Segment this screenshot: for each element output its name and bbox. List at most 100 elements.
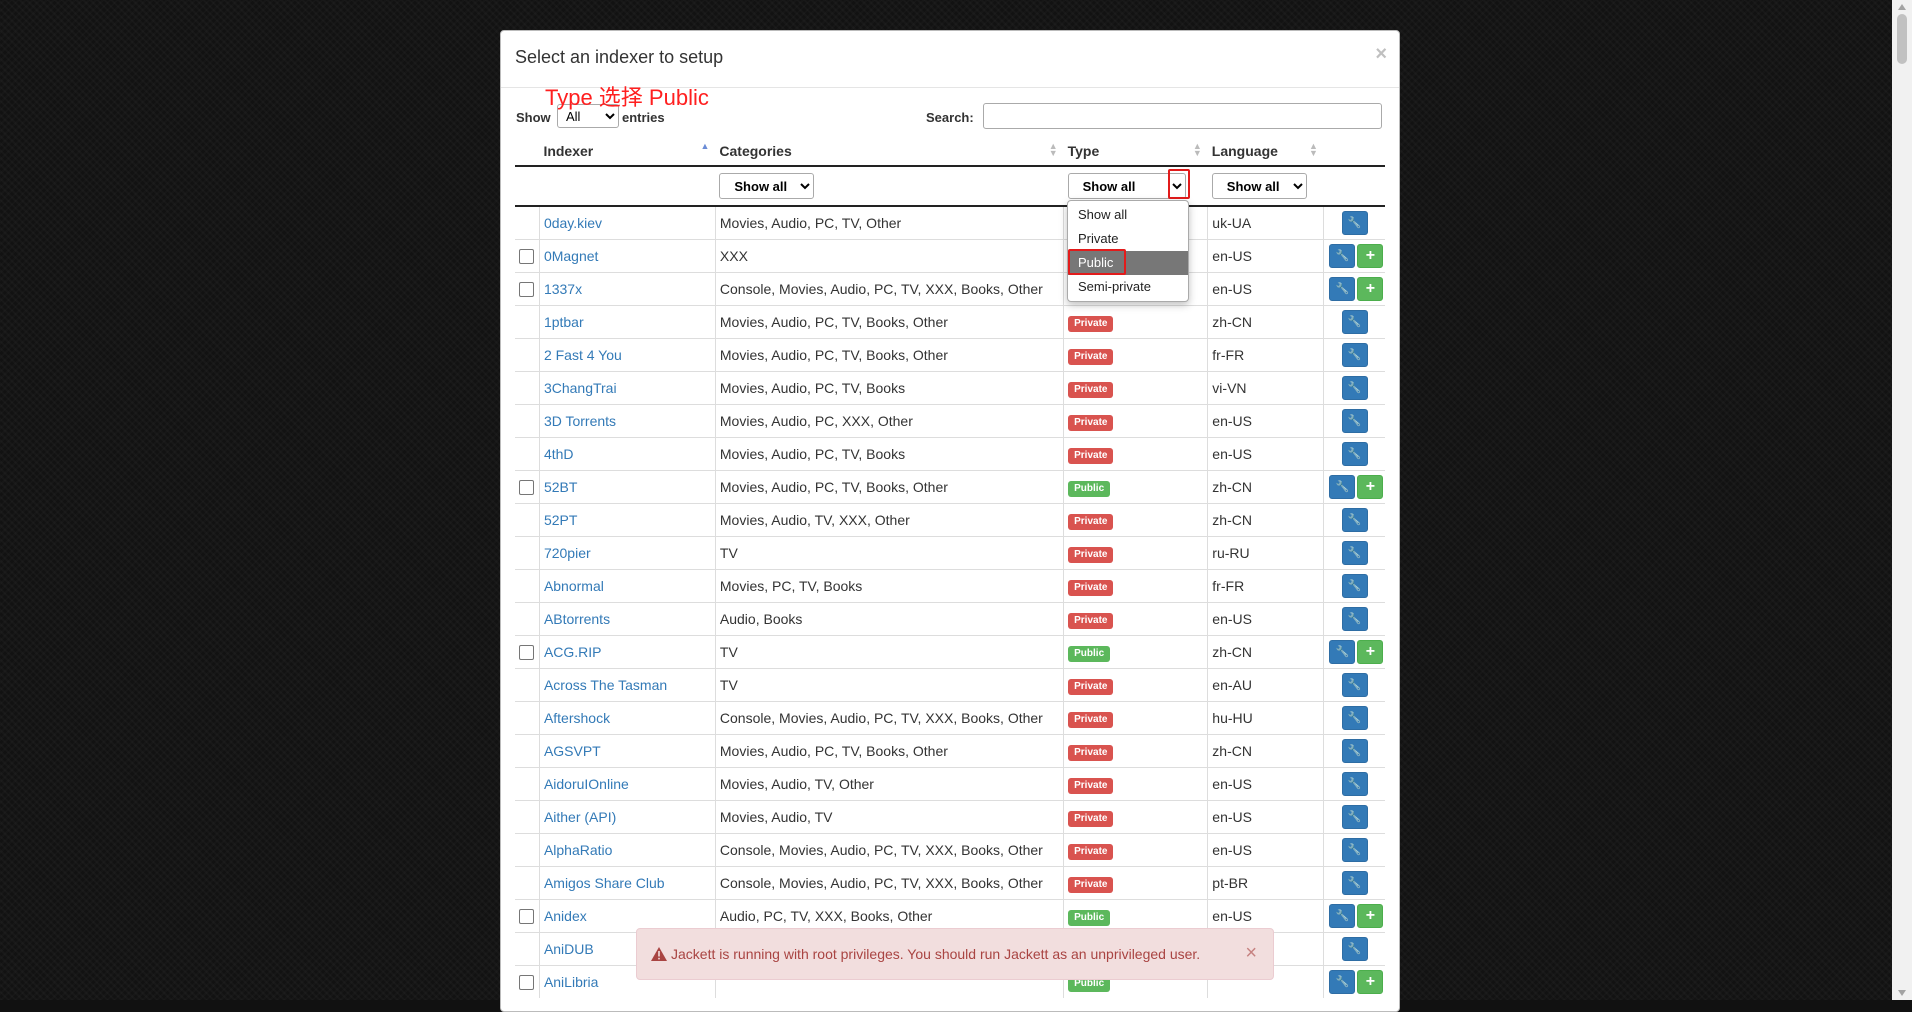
indexer-categories: Movies, Audio, TV, Other xyxy=(714,767,1064,801)
page-scrollbar[interactable] xyxy=(1892,0,1912,1000)
type-option[interactable]: Private xyxy=(1068,227,1188,251)
table-row: Aftershock Console, Movies, Audio, PC, TV… xyxy=(515,701,1385,735)
table-row: 1ptbar Movies, Audio, PC, TV, Books, Othe… xyxy=(515,305,1385,339)
close-icon[interactable]: × xyxy=(1375,43,1387,66)
configure-wrench-icon[interactable]: 🔧 xyxy=(1341,409,1368,433)
indexer-name-link[interactable]: 52PT xyxy=(544,512,577,528)
indexer-language: zh-CN xyxy=(1207,503,1324,537)
configure-wrench-icon[interactable]: 🔧 xyxy=(1341,376,1368,400)
row-select-checkbox[interactable] xyxy=(519,480,534,496)
indexer-name-link[interactable]: 52BT xyxy=(544,479,577,495)
configure-wrench-icon[interactable]: 🔧 xyxy=(1341,706,1368,730)
configure-wrench-icon[interactable]: 🔧 xyxy=(1341,838,1368,862)
configure-wrench-icon[interactable]: 🔧 xyxy=(1329,244,1356,268)
row-select-checkbox[interactable] xyxy=(519,282,534,298)
row-select-checkbox[interactable] xyxy=(519,645,534,661)
configure-wrench-icon[interactable]: 🔧 xyxy=(1341,508,1368,532)
configure-wrench-icon[interactable]: 🔧 xyxy=(1341,937,1368,961)
indexer-name-link[interactable]: AniLibria xyxy=(544,974,598,990)
row-select-checkbox[interactable] xyxy=(519,909,534,925)
configure-wrench-icon[interactable]: 🔧 xyxy=(1341,805,1368,829)
language-filter-select[interactable]: Show all xyxy=(1211,173,1307,199)
type-badge: Public xyxy=(1068,645,1111,662)
indexer-name-link[interactable]: 3ChangTrai xyxy=(544,380,617,396)
configure-wrench-icon[interactable]: 🔧 xyxy=(1341,211,1368,235)
configure-wrench-icon[interactable]: 🔧 xyxy=(1329,640,1356,664)
indexer-name-link[interactable]: Aftershock xyxy=(544,710,610,726)
indexer-name-link[interactable]: 0Magnet xyxy=(544,248,598,264)
table-row: ABtorrents Audio, Books Private en-US 🔧 xyxy=(515,602,1385,636)
indexer-name-link[interactable]: 3D Torrents xyxy=(544,413,616,429)
type-filter-dropdown[interactable]: Show all Private Public Semi-private xyxy=(1067,200,1189,302)
categories-filter-select[interactable]: Show all xyxy=(719,173,815,199)
indexer-name-link[interactable]: 0day.kiev xyxy=(544,215,602,231)
configure-wrench-icon[interactable]: 🔧 xyxy=(1341,442,1368,466)
configure-wrench-icon[interactable]: 🔧 xyxy=(1341,739,1368,763)
column-header-type[interactable]: Type ▲ ▼ xyxy=(1063,137,1208,167)
row-select-checkbox[interactable] xyxy=(519,249,534,265)
table-row: 1337x Console, Movies, Audio, PC, TV, XXX… xyxy=(515,272,1385,306)
indexer-categories: Console, Movies, Audio, PC, TV, XXX, Boo… xyxy=(714,272,1064,306)
indexer-name-link[interactable]: ACG.RIP xyxy=(544,644,602,660)
configure-wrench-icon[interactable]: 🔧 xyxy=(1341,343,1368,367)
configure-wrench-icon[interactable]: 🔧 xyxy=(1341,673,1368,697)
scroll-thumb[interactable] xyxy=(1897,14,1907,64)
scroll-down-icon[interactable] xyxy=(1898,990,1906,996)
type-badge: Private xyxy=(1068,876,1114,893)
indexer-categories: Audio, Books xyxy=(714,602,1064,636)
configure-wrench-icon[interactable]: 🔧 xyxy=(1341,541,1368,565)
row-select-checkbox[interactable] xyxy=(519,975,534,991)
indexer-name-link[interactable]: ABtorrents xyxy=(544,611,610,627)
indexer-categories: Movies, Audio, TV, XXX, Other xyxy=(714,503,1064,537)
indexer-name-link[interactable]: Aither (API) xyxy=(544,809,616,825)
configure-wrench-icon[interactable]: 🔧 xyxy=(1341,574,1368,598)
configure-wrench-icon[interactable]: 🔧 xyxy=(1341,607,1368,631)
table-row: AidoruIOnline Movies, Audio, TV, Other Pri… xyxy=(515,767,1385,801)
table-row: Amigos Share Club Console, Movies, Audio,… xyxy=(515,866,1385,900)
indexer-name-link[interactable]: AGSVPT xyxy=(544,743,601,759)
indexer-table: Indexer ▲ Categories ▲ ▼ Type ▲ ▼ Language ▲ ▼ … xyxy=(515,137,1385,998)
configure-wrench-icon[interactable]: 🔧 xyxy=(1341,871,1368,895)
annotation-text: Type 选择 Public xyxy=(545,85,709,110)
indexer-language: en-US xyxy=(1207,602,1324,636)
column-header-indexer[interactable]: Indexer ▲ xyxy=(539,137,716,167)
indexer-name-link[interactable]: Anidex xyxy=(544,908,587,924)
configure-wrench-icon[interactable]: 🔧 xyxy=(1329,277,1356,301)
scroll-up-icon[interactable] xyxy=(1898,4,1906,10)
indexer-name-link[interactable]: AniDUB xyxy=(544,941,594,957)
add-indexer-plus-icon[interactable]: + xyxy=(1357,475,1384,499)
configure-wrench-icon[interactable]: 🔧 xyxy=(1329,970,1356,994)
entries-label: entries xyxy=(622,110,665,125)
indexer-name-link[interactable]: AlphaRatio xyxy=(544,842,613,858)
indexer-name-link[interactable]: 720pier xyxy=(544,545,591,561)
type-badge: Private xyxy=(1068,579,1114,596)
indexer-name-link[interactable]: 1ptbar xyxy=(544,314,584,330)
add-indexer-plus-icon[interactable]: + xyxy=(1357,640,1384,664)
type-option[interactable]: Semi-private xyxy=(1068,275,1188,299)
column-header-actions xyxy=(1323,137,1385,167)
close-icon[interactable]: × xyxy=(1245,942,1257,965)
type-option[interactable]: Public xyxy=(1068,249,1188,275)
type-option[interactable]: Show all xyxy=(1068,203,1188,227)
type-badge: Private xyxy=(1068,777,1114,794)
indexer-name-link[interactable]: Amigos Share Club xyxy=(544,875,665,891)
column-header-categories[interactable]: Categories ▲ ▼ xyxy=(715,137,1064,167)
configure-wrench-icon[interactable]: 🔧 xyxy=(1329,475,1356,499)
indexer-name-link[interactable]: AidoruIOnline xyxy=(544,776,629,792)
indexer-name-link[interactable]: Across The Tasman xyxy=(544,677,667,693)
configure-wrench-icon[interactable]: 🔧 xyxy=(1341,310,1368,334)
indexer-name-link[interactable]: 1337x xyxy=(544,281,582,297)
search-input[interactable] xyxy=(983,103,1382,129)
add-indexer-plus-icon[interactable]: + xyxy=(1357,904,1384,928)
warning-icon xyxy=(651,947,667,961)
configure-wrench-icon[interactable]: 🔧 xyxy=(1329,904,1356,928)
add-indexer-plus-icon[interactable]: + xyxy=(1357,277,1384,301)
add-indexer-plus-icon[interactable]: + xyxy=(1357,970,1384,994)
indexer-name-link[interactable]: 2 Fast 4 You xyxy=(544,347,622,363)
indexer-name-link[interactable]: Abnormal xyxy=(544,578,604,594)
add-indexer-plus-icon[interactable]: + xyxy=(1357,244,1384,268)
configure-wrench-icon[interactable]: 🔧 xyxy=(1341,772,1368,796)
column-header-language[interactable]: Language ▲ ▼ xyxy=(1207,137,1324,167)
indexer-language: zh-CN xyxy=(1207,305,1324,339)
indexer-name-link[interactable]: 4thD xyxy=(544,446,574,462)
